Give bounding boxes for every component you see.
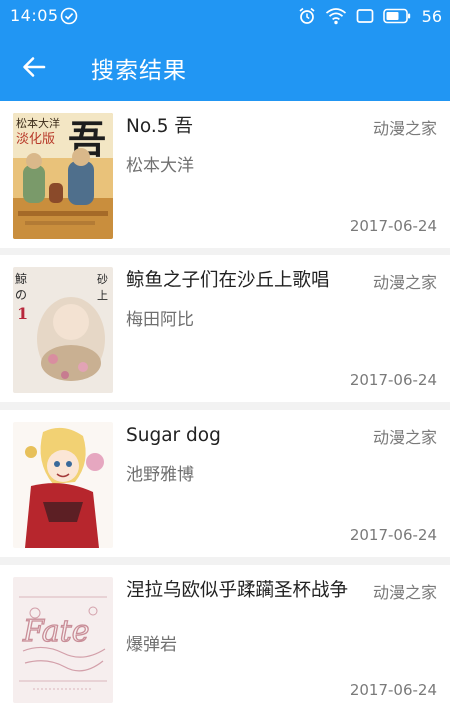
book-source: 动漫之家 — [372, 583, 437, 602]
alarm-icon — [299, 7, 315, 24]
book-date: 2017-06-24 — [349, 371, 437, 389]
book-source: 动漫之家 — [372, 119, 437, 138]
svg-text:Fate: Fate — [22, 614, 89, 649]
book-cover-image: 松本大洋 淡化版 吾 — [13, 113, 113, 239]
book-title: Sugar dog — [126, 425, 221, 446]
book-title: 鲸鱼之子们在沙丘上歌唱 — [126, 270, 330, 291]
status-icons: 56 — [298, 6, 442, 26]
svg-text:鯨: 鯨 — [15, 271, 27, 286]
result-item[interactable]: Sugar dog 池野雅博 动漫之家 2017-06-24 — [0, 410, 450, 557]
svg-text:の: の — [15, 288, 27, 302]
battery-percent: 56 — [421, 6, 442, 26]
book-date: 2017-06-24 — [349, 681, 437, 699]
book-author: 池野雅博 — [126, 465, 194, 485]
status-bar: 14:05 56 — [0, 0, 450, 32]
battery-icon — [382, 8, 410, 24]
book-author: 松本大洋 — [126, 156, 194, 176]
book-cover-image — [13, 422, 113, 548]
svg-text:1: 1 — [17, 304, 28, 323]
app-bar: 搜索结果 — [0, 32, 450, 101]
book-author: 梅田阿比 — [126, 310, 194, 330]
arrow-left-icon[interactable] — [18, 52, 50, 82]
svg-text:松本大洋: 松本大洋 — [16, 116, 60, 130]
book-date: 2017-06-24 — [349, 526, 437, 544]
book-date: 2017-06-24 — [349, 217, 437, 235]
svg-text:上: 上 — [97, 289, 108, 302]
book-source: 动漫之家 — [372, 273, 437, 292]
status-time: 14:05 — [10, 6, 59, 25]
screen-icon — [356, 9, 373, 23]
wifi-icon — [325, 8, 346, 25]
result-item[interactable]: 鯨 の 1 砂 上 鲸鱼之子们在沙丘上歌唱 梅田阿比 动漫之家 2017-06-… — [0, 255, 450, 402]
book-title: No.5 吾 — [126, 116, 193, 137]
result-item[interactable]: Fate 涅拉乌欧似乎蹂躏圣杯战争 爆弹岩 动漫之家 2017-06-24 — [0, 565, 450, 712]
svg-text:砂: 砂 — [97, 273, 108, 286]
page-title: 搜索结果 — [91, 58, 187, 84]
book-author: 爆弹岩 — [126, 635, 177, 655]
svg-text:淡化版: 淡化版 — [16, 132, 55, 147]
check-circle-icon — [60, 7, 78, 25]
book-cover-image: Fate — [13, 577, 113, 703]
book-source: 动漫之家 — [372, 428, 437, 447]
book-cover-image: 鯨 の 1 砂 上 — [13, 267, 113, 393]
book-title: 涅拉乌欧似乎蹂躏圣杯战争 — [126, 580, 349, 601]
result-item[interactable]: 松本大洋 淡化版 吾 No.5 吾 松本大洋 动漫之家 2017-06-24 — [0, 101, 450, 248]
